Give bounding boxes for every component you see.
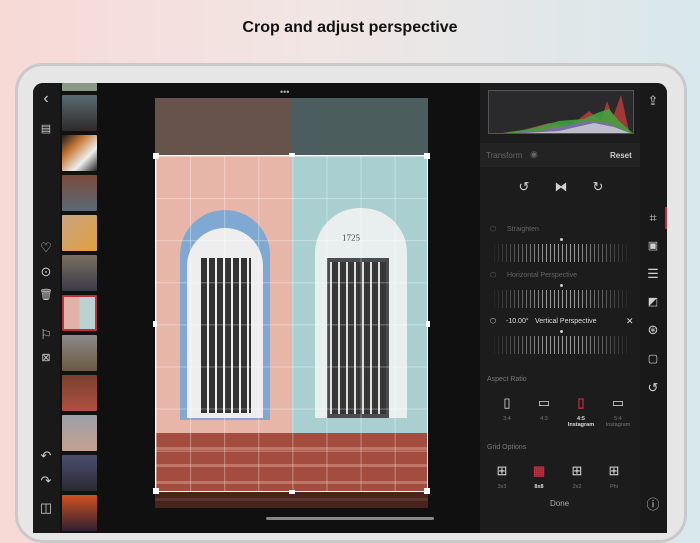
thumbnail[interactable]: [62, 255, 97, 291]
home-indicator: [266, 517, 434, 520]
presets-icon[interactable]: ▣: [643, 238, 663, 254]
share-icon[interactable]: ⇪: [643, 93, 663, 109]
crop-handle[interactable]: [153, 488, 159, 494]
horizontal-perspective-label: Horizontal Perspective: [507, 272, 578, 279]
thumbnail[interactable]: [62, 95, 97, 131]
straighten-icon: ⬡: [490, 226, 497, 233]
eye-icon[interactable]: ◉: [530, 149, 538, 160]
right-toolbar: ⇪ ⌗ ▣ ☰ ◩ ⊛ ▢ ↺ ⓘ: [640, 83, 667, 533]
grid-2x2[interactable]: ⊞ 2x2: [559, 463, 595, 490]
crop-handle[interactable]: [153, 321, 157, 327]
flip-horizontal-icon[interactable]: ⧓: [551, 179, 571, 195]
app-screen: ‹ ▤ ♡ ⊙ 🗑 ⚐ ⊠ ↶ ↷ ◫ ••• 1725: [33, 83, 667, 533]
more-icon[interactable]: ⊙: [36, 264, 56, 280]
vertical-perspective-value: -10.00°: [506, 318, 529, 325]
thumbnail-selected[interactable]: [62, 295, 97, 331]
grid-phi[interactable]: ⊞ Phi: [596, 463, 632, 490]
page-title: Crop and adjust perspective: [242, 19, 458, 36]
trash-icon[interactable]: 🗑: [36, 287, 56, 303]
crop-handle[interactable]: [289, 490, 295, 494]
thumbnail[interactable]: [62, 415, 97, 451]
thumbnail[interactable]: [62, 335, 97, 371]
thumbnail[interactable]: [62, 175, 97, 211]
thumbnail[interactable]: [62, 215, 97, 251]
aspect-4-3[interactable]: ▭ 4:3: [526, 395, 562, 422]
crop-handle[interactable]: [426, 321, 430, 327]
thumbnail[interactable]: [62, 375, 97, 411]
photo-canvas[interactable]: ••• 1725: [100, 83, 480, 533]
active-indicator: [665, 207, 667, 229]
horizontal-perspective-icon: ⬡: [490, 272, 497, 279]
thumbnail[interactable]: [62, 455, 97, 491]
vignette-icon[interactable]: ▢: [643, 351, 663, 367]
transform-label: Transform: [486, 151, 523, 160]
undo-icon[interactable]: ↶: [36, 448, 56, 464]
histogram: [488, 90, 634, 134]
done-button[interactable]: Done: [550, 499, 569, 508]
filmstrip: [62, 83, 99, 533]
compare-icon[interactable]: ◫: [36, 500, 56, 516]
crop-icon[interactable]: ⌗: [643, 210, 663, 226]
thumbnail[interactable]: [62, 495, 97, 531]
thumbnail[interactable]: [62, 135, 97, 171]
vertical-perspective-slider[interactable]: [490, 336, 632, 354]
color-mix-icon[interactable]: ⊛: [643, 322, 663, 338]
vertical-perspective-icon: ⬡: [490, 318, 497, 325]
filmstrip-toggle-icon[interactable]: ▤: [36, 121, 56, 137]
info-icon[interactable]: ⓘ: [643, 497, 663, 513]
crop-handle[interactable]: [153, 153, 159, 159]
horizontal-perspective-slider[interactable]: [490, 290, 632, 308]
sliders-icon[interactable]: ☰: [643, 266, 663, 282]
crop-box[interactable]: [153, 153, 430, 494]
left-toolbar: ‹ ▤ ♡ ⊙ 🗑 ⚐ ⊠ ↶ ↷ ◫: [33, 83, 60, 533]
close-icon[interactable]: ✕: [626, 316, 634, 327]
flag-icon[interactable]: ⚐: [36, 327, 56, 343]
vertical-perspective-label: Vertical Perspective: [535, 318, 597, 325]
aspect-5-4-instagram[interactable]: ▭ 5:4 Instagram: [600, 395, 636, 428]
aspect-3-4[interactable]: ▯ 3:4: [489, 395, 525, 422]
adjust-panel: Transform ◉ Reset ↺ ⧓ ↻ ⬡ Straighten ⬡ H…: [480, 83, 640, 533]
curves-icon[interactable]: ◩: [643, 294, 663, 310]
back-icon[interactable]: ‹: [36, 91, 56, 107]
crop-handle[interactable]: [424, 153, 430, 159]
straighten-label: Straighten: [507, 226, 539, 233]
grabber-icon[interactable]: •••: [280, 87, 289, 97]
aspect-ratio-label: Aspect Ratio: [487, 376, 527, 383]
rotate-left-icon[interactable]: ↺: [514, 179, 534, 195]
aspect-4-5-instagram[interactable]: ▯ 4:5 Instagram: [563, 395, 599, 428]
grid-8x8[interactable]: ▦ 8x8: [521, 463, 557, 490]
reject-icon[interactable]: ⊠: [36, 350, 56, 366]
reset-button[interactable]: Reset: [610, 151, 632, 160]
crop-handle[interactable]: [289, 153, 295, 157]
heart-icon[interactable]: ♡: [36, 240, 56, 256]
crop-handle[interactable]: [424, 488, 430, 494]
history-icon[interactable]: ↺: [643, 380, 663, 396]
straighten-slider[interactable]: [490, 244, 632, 262]
redo-icon[interactable]: ↷: [36, 473, 56, 489]
grid-3x3[interactable]: ⊞ 3x3: [484, 463, 520, 490]
rotate-right-icon[interactable]: ↻: [588, 179, 608, 195]
thumbnail[interactable]: [62, 83, 97, 91]
grid-options-label: Grid Options: [487, 444, 527, 451]
